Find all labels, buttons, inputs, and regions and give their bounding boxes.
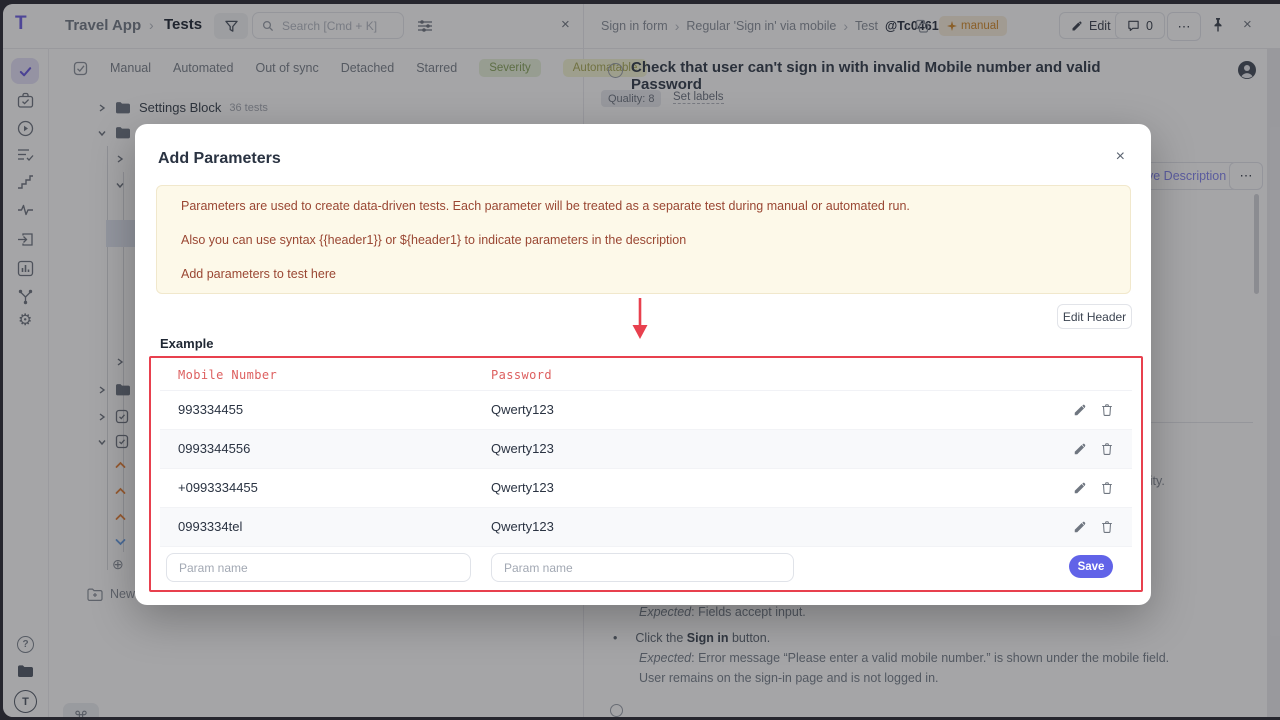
annotation-arrow-down-icon [629, 296, 651, 342]
edit-header-button[interactable]: Edit Header [1057, 304, 1132, 329]
info-paragraph: Also you can use syntax {{header1}} or $… [181, 233, 686, 247]
app-window: T Travel App › Tests ⚙ ? T ⌘ Manual Auto… [3, 4, 1280, 717]
info-paragraph: Add parameters to test here [181, 267, 336, 281]
annotation-rectangle [149, 356, 1143, 592]
example-label: Example [160, 336, 213, 351]
parameters-info-box: Parameters are used to create data-drive… [156, 185, 1131, 294]
modal-title: Add Parameters [158, 150, 281, 168]
modal-close-icon[interactable]: × [1116, 149, 1125, 165]
info-paragraph: Parameters are used to create data-drive… [181, 199, 910, 213]
